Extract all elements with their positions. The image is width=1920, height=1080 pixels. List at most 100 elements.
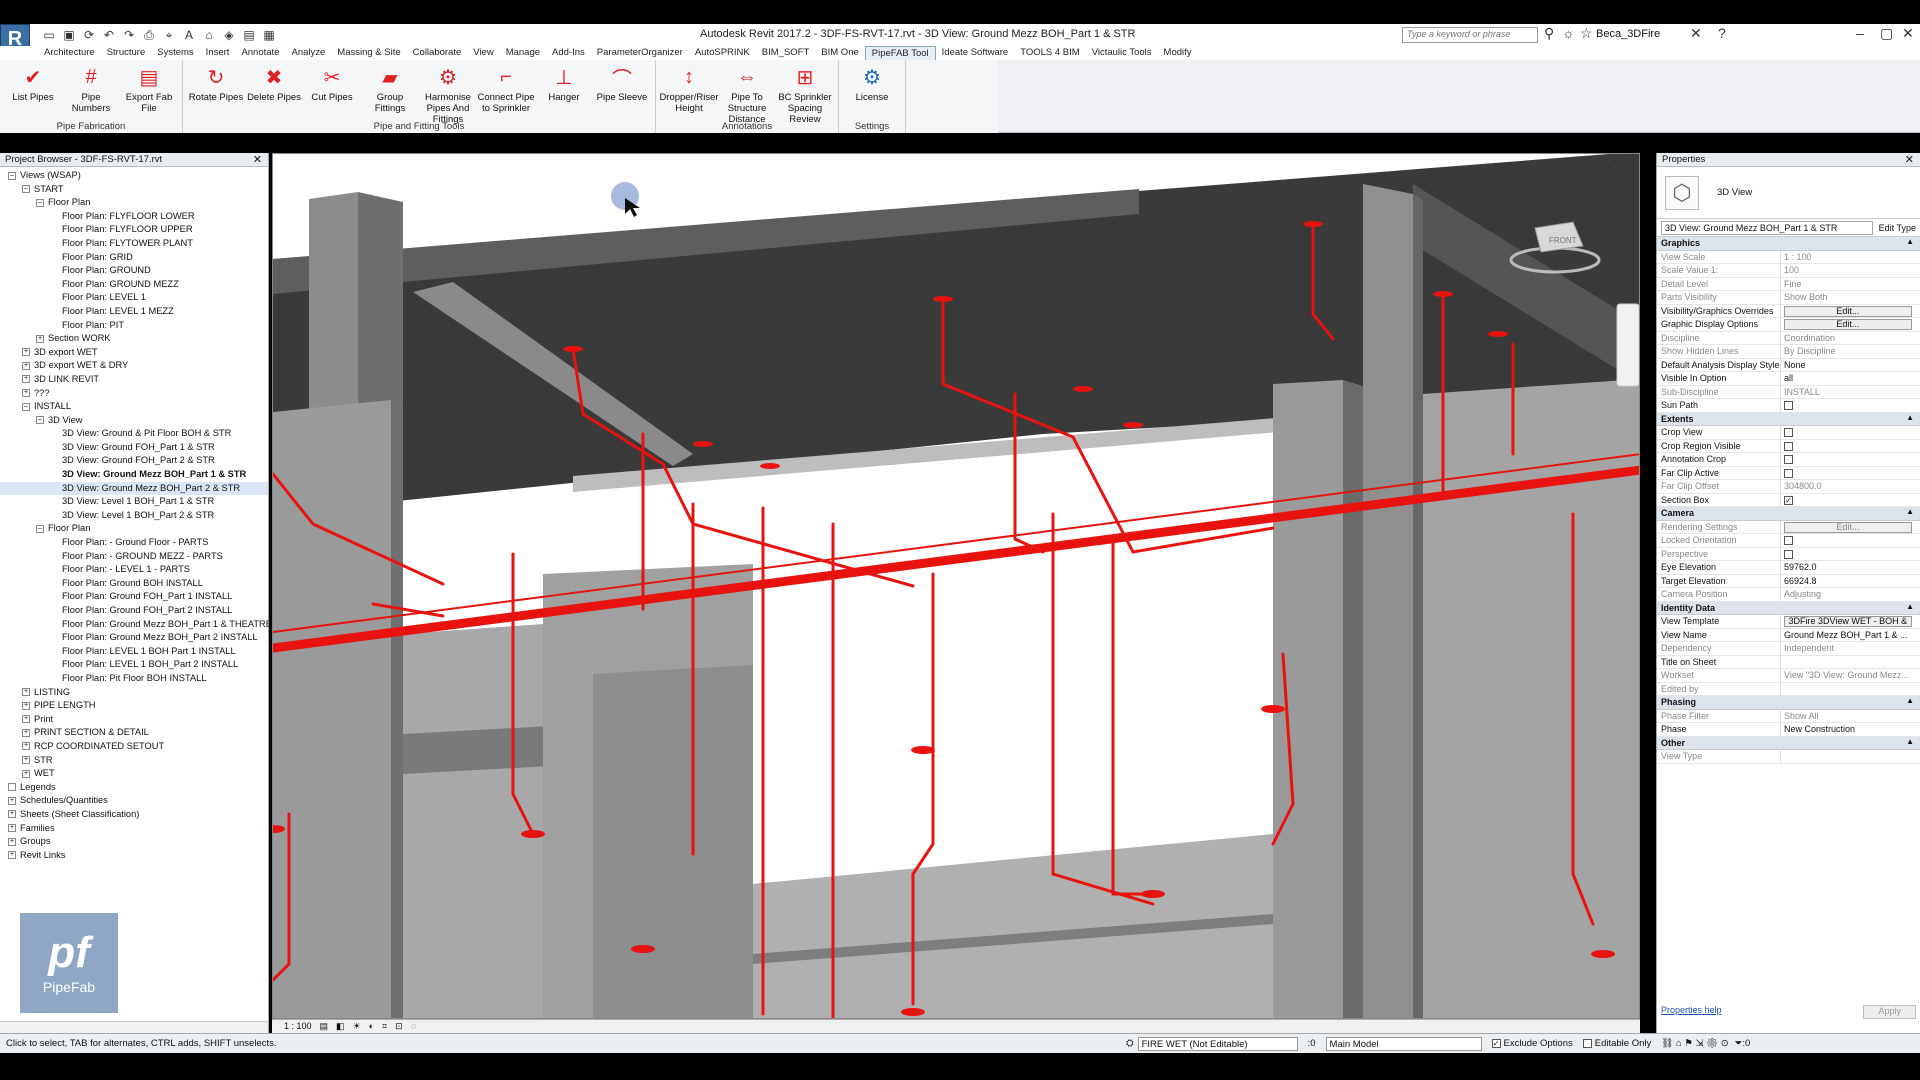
property-edit-button[interactable]: Edit...	[1784, 305, 1912, 317]
tree-item[interactable]: Floor Plan: GRID	[0, 251, 268, 265]
tree-item[interactable]: Floor Plan: LEVEL 1 MEZZ	[0, 305, 268, 319]
tree-item[interactable]: Floor Plan: GROUND MEZZ	[0, 278, 268, 292]
open-icon[interactable]: ▭	[42, 28, 56, 43]
property-value[interactable]: all	[1781, 372, 1920, 385]
tab-add-ins[interactable]: Add-Ins	[546, 46, 591, 60]
tree-item[interactable]: + Sheets (Sheet Classification)	[0, 808, 268, 822]
view-scale[interactable]: 1 : 100	[284, 1021, 312, 1032]
tree-item[interactable]: 3D View: Ground Mezz BOH_Part 1 & STR	[0, 468, 268, 482]
tree-item[interactable]: 3D View: Ground Mezz BOH_Part 2 & STR	[0, 481, 268, 496]
tab-architecture[interactable]: Architecture	[38, 46, 101, 60]
collapse-icon[interactable]: –	[22, 402, 30, 411]
tree-item[interactable]: Floor Plan: Ground Mezz BOH_Part 2 INSTA…	[0, 631, 268, 645]
property-value[interactable]	[1781, 656, 1920, 669]
expand-icon[interactable]: +	[22, 361, 30, 370]
expand-icon[interactable]: +	[22, 769, 30, 778]
property-value[interactable]: ✓	[1781, 494, 1920, 507]
tree-item[interactable]: + Section WORK	[0, 332, 268, 346]
tree-item[interactable]: Floor Plan: FLYTOWER PLANT	[0, 237, 268, 251]
property-value[interactable]: 3DFire 3DView WET - BOH &	[1781, 615, 1920, 628]
type-selector[interactable]: ⬡ 3D View	[1657, 167, 1920, 219]
property-value[interactable]	[1781, 426, 1920, 439]
help-icon[interactable]: ?	[1718, 25, 1726, 41]
lock-icon[interactable]: ⊡	[395, 1021, 403, 1032]
tab-massing-site[interactable]: Massing & Site	[331, 46, 406, 60]
tree-item[interactable]: + WET	[0, 767, 268, 781]
3d-viewport[interactable]: FRONT ▁ ▢ ✕	[272, 153, 1640, 1019]
undo-icon[interactable]: ↶	[102, 28, 116, 43]
property-value[interactable]: Edit...	[1781, 318, 1920, 331]
expand-icon[interactable]: +	[8, 851, 16, 860]
collapse-icon[interactable]: –	[36, 198, 44, 207]
close-icon[interactable]: ✕	[1905, 153, 1914, 166]
tab-modify[interactable]: Modify	[1158, 46, 1198, 60]
section-phasing[interactable]: Phasing ▲	[1657, 696, 1920, 710]
tree-item[interactable]: Floor Plan: LEVEL 1	[0, 291, 268, 305]
tree-item[interactable]: 3D View: Level 1 BOH_Part 1 & STR	[0, 495, 268, 509]
subscription-icon[interactable]: ☼	[1562, 25, 1575, 41]
text-icon[interactable]: A	[182, 28, 196, 43]
close-icon[interactable]: ✕	[1902, 25, 1914, 42]
tree-item[interactable]: + PRINT SECTION & DETAIL	[0, 726, 268, 740]
property-edit-button[interactable]: Edit...	[1784, 319, 1912, 330]
tree-item[interactable]: + PIPE LENGTH	[0, 699, 268, 713]
maximize-icon[interactable]: ▢	[1880, 25, 1893, 42]
expand-icon[interactable]: +	[22, 389, 30, 398]
collapse-icon[interactable]: –	[22, 185, 30, 194]
collapse-chevron-icon[interactable]: ▲	[1906, 237, 1914, 246]
tree-item[interactable]: + RCP COORDINATED SETOUT	[0, 740, 268, 754]
tab-tools-4-bim[interactable]: TOOLS 4 BIM	[1014, 46, 1085, 60]
instance-selector[interactable]: 3D View: Ground Mezz BOH_Part 1 & STR	[1661, 220, 1873, 235]
tree-item[interactable]: Floor Plan: PIT	[0, 319, 268, 333]
tree-item[interactable]: 3D View: Ground & Pit Floor BOH & STR	[0, 427, 268, 441]
tree-item[interactable]: 3D View: Ground FOH_Part 1 & STR	[0, 441, 268, 455]
tab-ideate-software[interactable]: Ideate Software	[936, 46, 1015, 60]
tree-item[interactable]: + STR	[0, 754, 268, 768]
tab-view[interactable]: View	[467, 46, 499, 60]
collapse-chevron-icon[interactable]: ▲	[1906, 602, 1914, 611]
close-icon[interactable]: ✕	[253, 153, 262, 166]
tree-item[interactable]: – Views (WSAP)	[0, 169, 268, 183]
tab-structure[interactable]: Structure	[101, 46, 152, 60]
view-window-controls[interactable]: ▁ ▢ ✕	[1604, 156, 1635, 167]
tree-item[interactable]: + LISTING	[0, 686, 268, 700]
tab-annotate[interactable]: Annotate	[235, 46, 285, 60]
thin-lines-icon[interactable]: ▤	[242, 28, 256, 43]
tree-item[interactable]: +???	[0, 387, 268, 401]
tree-item[interactable]: Floor Plan: FLYFLOOR LOWER	[0, 210, 268, 224]
print-icon[interactable]: ⎙	[142, 28, 156, 43]
section-camera[interactable]: Camera ▲	[1657, 507, 1920, 521]
tree-item[interactable]: Floor Plan: - Ground Floor - PARTS	[0, 536, 268, 550]
property-value[interactable]: New Construction	[1781, 723, 1920, 736]
tree-item[interactable]: Floor Plan: LEVEL 1 BOH Part 1 INSTALL	[0, 645, 268, 659]
design-option-select[interactable]: Main Model	[1325, 1036, 1482, 1051]
expand-icon[interactable]	[8, 783, 16, 792]
tab-analyze[interactable]: Analyze	[285, 46, 331, 60]
tab-manage[interactable]: Manage	[500, 46, 546, 60]
visual-style-icon[interactable]: ◧	[336, 1021, 345, 1032]
shadows-icon[interactable]: ◐	[369, 1021, 374, 1032]
expand-icon[interactable]: +	[8, 810, 16, 819]
apply-button[interactable]: Apply	[1863, 1005, 1916, 1019]
expand-icon[interactable]: +	[8, 824, 16, 833]
favorites-star-icon[interactable]: ☆	[1580, 25, 1593, 42]
search-input[interactable]: Type a keyword or phrase	[1402, 27, 1538, 43]
tree-item[interactable]: + Schedules/Quantities	[0, 794, 268, 808]
sun-path-icon[interactable]: ☀	[353, 1021, 361, 1032]
tab-victaulic-tools[interactable]: Victaulic Tools	[1086, 46, 1158, 60]
property-checkbox[interactable]	[1784, 455, 1793, 465]
save-icon[interactable]: ▣	[62, 28, 76, 43]
exclude-options-checkbox[interactable]: ✓	[1491, 1039, 1501, 1048]
tree-item[interactable]: +3D export WET & DRY	[0, 359, 268, 373]
measure-icon[interactable]: ⌖	[162, 28, 176, 43]
model-canvas[interactable]: FRONT	[273, 154, 1640, 1019]
tree-item[interactable]: Floor Plan: Ground FOH_Part 2 INSTALL	[0, 604, 268, 618]
collapse-chevron-icon[interactable]: ▲	[1906, 737, 1914, 746]
property-value[interactable]	[1781, 399, 1920, 412]
collapse-chevron-icon[interactable]: ▲	[1906, 507, 1914, 516]
switch-windows-icon[interactable]: ▦	[262, 28, 276, 43]
redo-icon[interactable]: ↷	[122, 28, 136, 43]
expand-icon[interactable]: +	[22, 348, 30, 357]
property-checkbox[interactable]	[1784, 468, 1793, 478]
section-graphics[interactable]: Graphics ▲	[1657, 237, 1920, 251]
